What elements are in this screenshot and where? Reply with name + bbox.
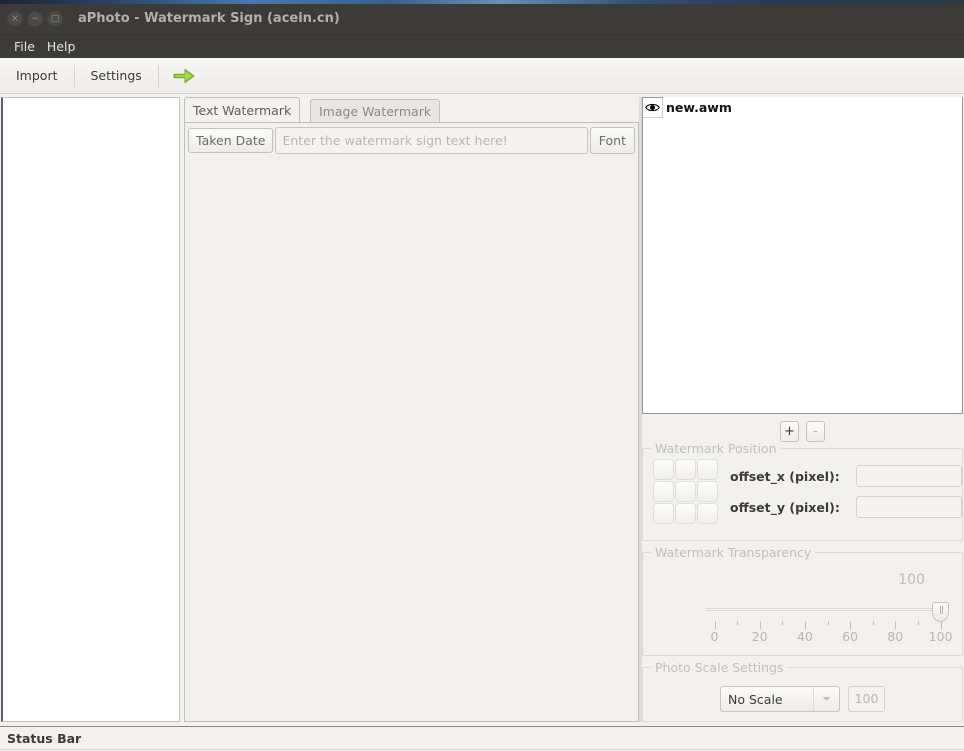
- slider-tick-major: [850, 621, 852, 629]
- right-panel: + - Watermark Position: [642, 97, 963, 722]
- menu-item-file[interactable]: File: [9, 37, 40, 56]
- watermark-settings-panel: Text Watermark Image Watermark Taken Dat…: [184, 97, 639, 722]
- offset-fields: offset_x (pixel): offset_y (pixel):: [730, 465, 962, 518]
- position-cell-top-right[interactable]: [697, 459, 718, 480]
- slider-tick-minor: [737, 621, 739, 625]
- slider-tick-label: 80: [887, 629, 904, 644]
- eye-icon-glyph: [645, 103, 660, 112]
- offset-x-label: offset_x (pixel):: [730, 468, 840, 484]
- position-cell-top-left[interactable]: [653, 459, 674, 480]
- green-right-arrow-icon: [173, 68, 195, 83]
- window-title: aPhoto - Watermark Sign (acein.cn): [78, 11, 340, 26]
- slider-tick-label: 100: [928, 629, 953, 644]
- slider-tick-minor: [872, 621, 874, 625]
- taken-date-button[interactable]: Taken Date: [188, 128, 274, 153]
- import-button[interactable]: Import: [0, 58, 74, 93]
- watermark-position-content: offset_x (pixel): offset_y (pixel):: [643, 449, 962, 524]
- chevron-down-icon-glyph: [822, 697, 831, 701]
- watermark-transparency-group: Watermark Transparency 100 0 20 40 60 80 100: [642, 545, 963, 656]
- status-bar-text: Status Bar: [7, 731, 82, 746]
- title-bar: × − □ aPhoto - Watermark Sign (acein.cn): [0, 4, 964, 35]
- eye-icon[interactable]: [643, 98, 663, 117]
- minimize-button[interactable]: −: [27, 11, 43, 27]
- watermark-position-group: Watermark Position offset_x (pixel): off…: [642, 441, 963, 541]
- photo-preview-panel[interactable]: [1, 97, 180, 722]
- maximize-icon: □: [50, 13, 60, 24]
- tab-image-watermark[interactable]: Image Watermark: [310, 99, 441, 122]
- offset-y-input[interactable]: [856, 496, 962, 518]
- add-watermark-button[interactable]: +: [780, 420, 799, 442]
- font-button[interactable]: Font: [589, 127, 635, 154]
- slider-tick-major: [940, 621, 942, 629]
- photo-scale-title: Photo Scale Settings: [651, 660, 788, 675]
- scale-mode-value: No Scale: [728, 691, 783, 707]
- menu-item-help[interactable]: Help: [42, 37, 81, 56]
- slider-tick-major: [804, 621, 806, 629]
- offset-y-label: offset_y (pixel):: [730, 499, 840, 515]
- slider-tick-minor: [827, 621, 829, 625]
- position-cell-middle-left[interactable]: [653, 481, 674, 502]
- slider-tick-major: [714, 621, 716, 629]
- status-bar: Status Bar: [0, 726, 964, 751]
- position-cell-bottom-left[interactable]: [653, 503, 674, 524]
- slider-tick-minor: [782, 621, 784, 625]
- tab-panel-text-watermark: Taken Date Font: [184, 122, 639, 722]
- slider-tick-label: 60: [842, 629, 859, 644]
- menu-bar: File Help: [0, 35, 964, 58]
- remove-watermark-button[interactable]: -: [806, 420, 825, 442]
- list-item[interactable]: [643, 97, 962, 118]
- tab-strip: Text Watermark Image Watermark: [184, 97, 639, 122]
- slider-ticks: [706, 621, 949, 629]
- run-button[interactable]: [159, 67, 209, 85]
- tab-text-watermark[interactable]: Text Watermark: [184, 97, 301, 122]
- window-controls: × − □: [7, 11, 63, 27]
- watermark-name-input[interactable]: [663, 97, 962, 118]
- watermark-position-title: Watermark Position: [651, 441, 781, 456]
- position-cell-bottom-center[interactable]: [675, 503, 696, 524]
- transparency-slider[interactable]: [706, 602, 949, 622]
- watermark-text-input[interactable]: [275, 127, 588, 154]
- slider-tick-minor: [917, 621, 919, 625]
- settings-button[interactable]: Settings: [75, 58, 158, 93]
- slider-tick-label: 20: [751, 629, 768, 644]
- offset-x-input[interactable]: [856, 465, 962, 487]
- maximize-button[interactable]: □: [47, 11, 63, 27]
- position-cell-middle-center[interactable]: [675, 481, 696, 502]
- watermark-transparency-title: Watermark Transparency: [651, 545, 816, 560]
- offset-y-row: offset_y (pixel):: [730, 496, 962, 518]
- slider-tick-major: [895, 621, 897, 629]
- slider-track: [706, 608, 949, 611]
- watermark-text-row: Taken Date Font: [185, 123, 638, 158]
- main-area: Text Watermark Image Watermark Taken Dat…: [0, 94, 964, 727]
- slider-tick-labels: 0 20 40 60 80 100: [706, 629, 953, 645]
- application-window: × − □ aPhoto - Watermark Sign (acein.cn)…: [0, 4, 964, 751]
- close-button[interactable]: ×: [7, 11, 23, 27]
- minimize-icon: −: [31, 13, 39, 24]
- toolbar: Import Settings: [0, 58, 964, 94]
- slider-tick-label: 0: [710, 629, 719, 644]
- status-bar-divider: [0, 749, 964, 750]
- slider-tick-label: 40: [796, 629, 813, 644]
- position-grid: [653, 459, 718, 524]
- chevron-down-icon[interactable]: [813, 687, 839, 711]
- position-cell-bottom-right[interactable]: [697, 503, 718, 524]
- position-cell-middle-right[interactable]: [697, 481, 718, 502]
- position-cell-top-center[interactable]: [675, 459, 696, 480]
- scale-percent-input[interactable]: 100: [848, 686, 885, 712]
- close-icon: ×: [11, 13, 19, 24]
- photo-scale-group: Photo Scale Settings No Scale 100: [642, 660, 963, 722]
- slider-tick-major: [759, 621, 761, 629]
- scale-mode-dropdown[interactable]: No Scale: [720, 686, 840, 712]
- watermark-list[interactable]: [642, 97, 963, 414]
- transparency-value: 100: [898, 572, 925, 588]
- offset-x-row: offset_x (pixel):: [730, 465, 962, 487]
- slider-handle[interactable]: [932, 602, 949, 622]
